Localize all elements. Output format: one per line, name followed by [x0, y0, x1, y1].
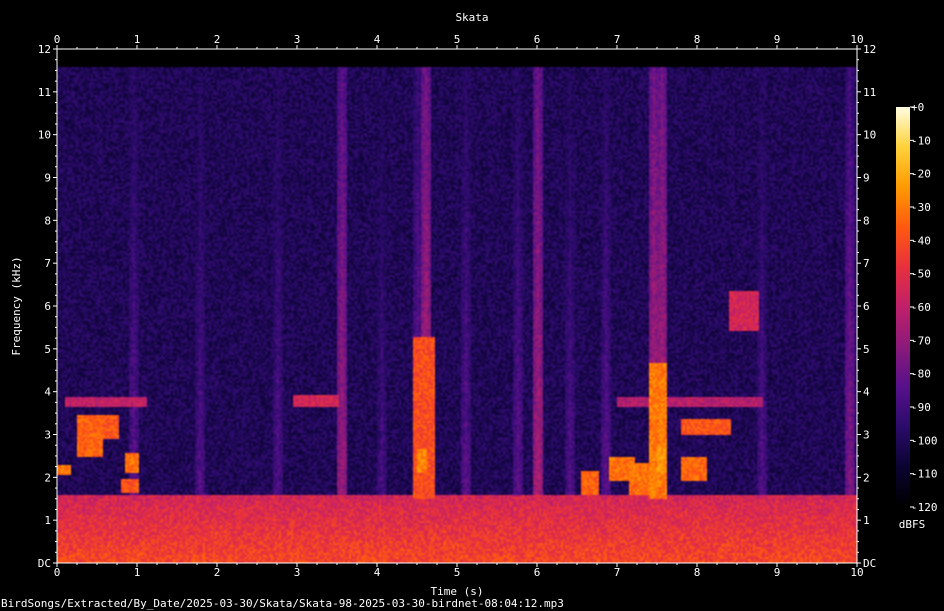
y-tick-label-right: 5 [863, 343, 870, 356]
y-tick-label-right: 8 [863, 214, 870, 227]
x-tick-label-bottom: 10 [850, 566, 863, 579]
y-tick-label-right: 4 [863, 386, 870, 399]
x-tick-label-top: 8 [694, 33, 701, 46]
colorbar-tick-label: -30 [911, 201, 931, 214]
x-tick-label-bottom: 0 [54, 566, 61, 579]
colorbar-label: dBFS [899, 518, 926, 531]
x-tick-label-bottom: 5 [454, 566, 461, 579]
x-tick-label-top: 1 [134, 33, 141, 46]
x-tick-label-top: 9 [774, 33, 781, 46]
y-tick-label-left: 12 [38, 43, 51, 56]
y-tick-label-left: 11 [38, 86, 51, 99]
y-tick-label-left: 4 [44, 386, 51, 399]
chart-title: Skata [455, 11, 488, 24]
y-tick-label-left: 3 [44, 429, 51, 442]
colorbar-ticks: +0 -10 -20 -30 -40 -50 -60 -70 -80 -90 -100 -110 -12… [910, 101, 938, 514]
y-tick-label-right: 2 [863, 471, 870, 484]
y-tick-label-right: 10 [863, 129, 876, 142]
y-tick-label-left: 1 [44, 514, 51, 527]
y-tick-label-right: DC [863, 557, 876, 570]
x-tick-label-top: 7 [614, 33, 621, 46]
colorbar [896, 107, 910, 507]
x-tick-label-top: 4 [374, 33, 381, 46]
spectrogram-figure: Skata 001122334455667788991010DC DC1 12 23 3… [1, 11, 938, 610]
colorbar-tick-label: -50 [911, 268, 931, 281]
x-tick-label-bottom: 3 [294, 566, 301, 579]
y-tick-label-right: 7 [863, 257, 870, 270]
x-tick-label-bottom: 7 [614, 566, 621, 579]
x-tick-label-top: 3 [294, 33, 301, 46]
y-tick-label-left: 5 [44, 343, 51, 356]
x-tick-label-top: 6 [534, 33, 541, 46]
x-tick-label-bottom: 8 [694, 566, 701, 579]
x-tick-label-top: 10 [850, 33, 863, 46]
y-tick-label-left: 6 [44, 300, 51, 313]
x-tick-label-top: 5 [454, 33, 461, 46]
x-tick-label-bottom: 4 [374, 566, 381, 579]
x-tick-label-top: 0 [54, 33, 61, 46]
y-tick-label-left: 8 [44, 214, 51, 227]
x-tick-label-bottom: 2 [214, 566, 221, 579]
y-tick-label-right: 6 [863, 300, 870, 313]
file-path: BirdSongs/Extracted/By_Date/2025-03-30/S… [1, 597, 564, 610]
y-tick-label-right: 12 [863, 43, 876, 56]
colorbar-tick-label: -90 [911, 401, 931, 414]
colorbar-tick-label: -80 [911, 368, 931, 381]
x-tick-label-bottom: 9 [774, 566, 781, 579]
y-tick-label-right: 3 [863, 429, 870, 442]
colorbar-tick-label: -110 [911, 468, 938, 481]
x-tick-label-bottom: 1 [134, 566, 141, 579]
x-tick-label-top: 2 [214, 33, 221, 46]
colorbar-tick-label: -70 [911, 334, 931, 347]
colorbar-tick-label: -20 [911, 168, 931, 181]
y-tick-label-right: 11 [863, 86, 876, 99]
colorbar-tick-label: -120 [911, 501, 938, 514]
x-tick-label-bottom: 6 [534, 566, 541, 579]
y-axis-label: Frequency (kHz) [10, 256, 23, 355]
colorbar-tick-label: -10 [911, 134, 931, 147]
y-tick-label-left: 7 [44, 257, 51, 270]
y-tick-label-left: 2 [44, 471, 51, 484]
y-tick-label-left: 10 [38, 129, 51, 142]
spectrogram-heatmap [57, 49, 857, 563]
colorbar-tick-label: -40 [911, 234, 931, 247]
colorbar-tick-label: -60 [911, 301, 931, 314]
colorbar-tick-label: +0 [911, 101, 924, 114]
y-tick-label-left: DC [38, 557, 51, 570]
y-tick-label-right: 1 [863, 514, 870, 527]
colorbar-tick-label: -100 [911, 434, 938, 447]
y-tick-label-left: 9 [44, 172, 51, 185]
y-tick-label-right: 9 [863, 172, 870, 185]
